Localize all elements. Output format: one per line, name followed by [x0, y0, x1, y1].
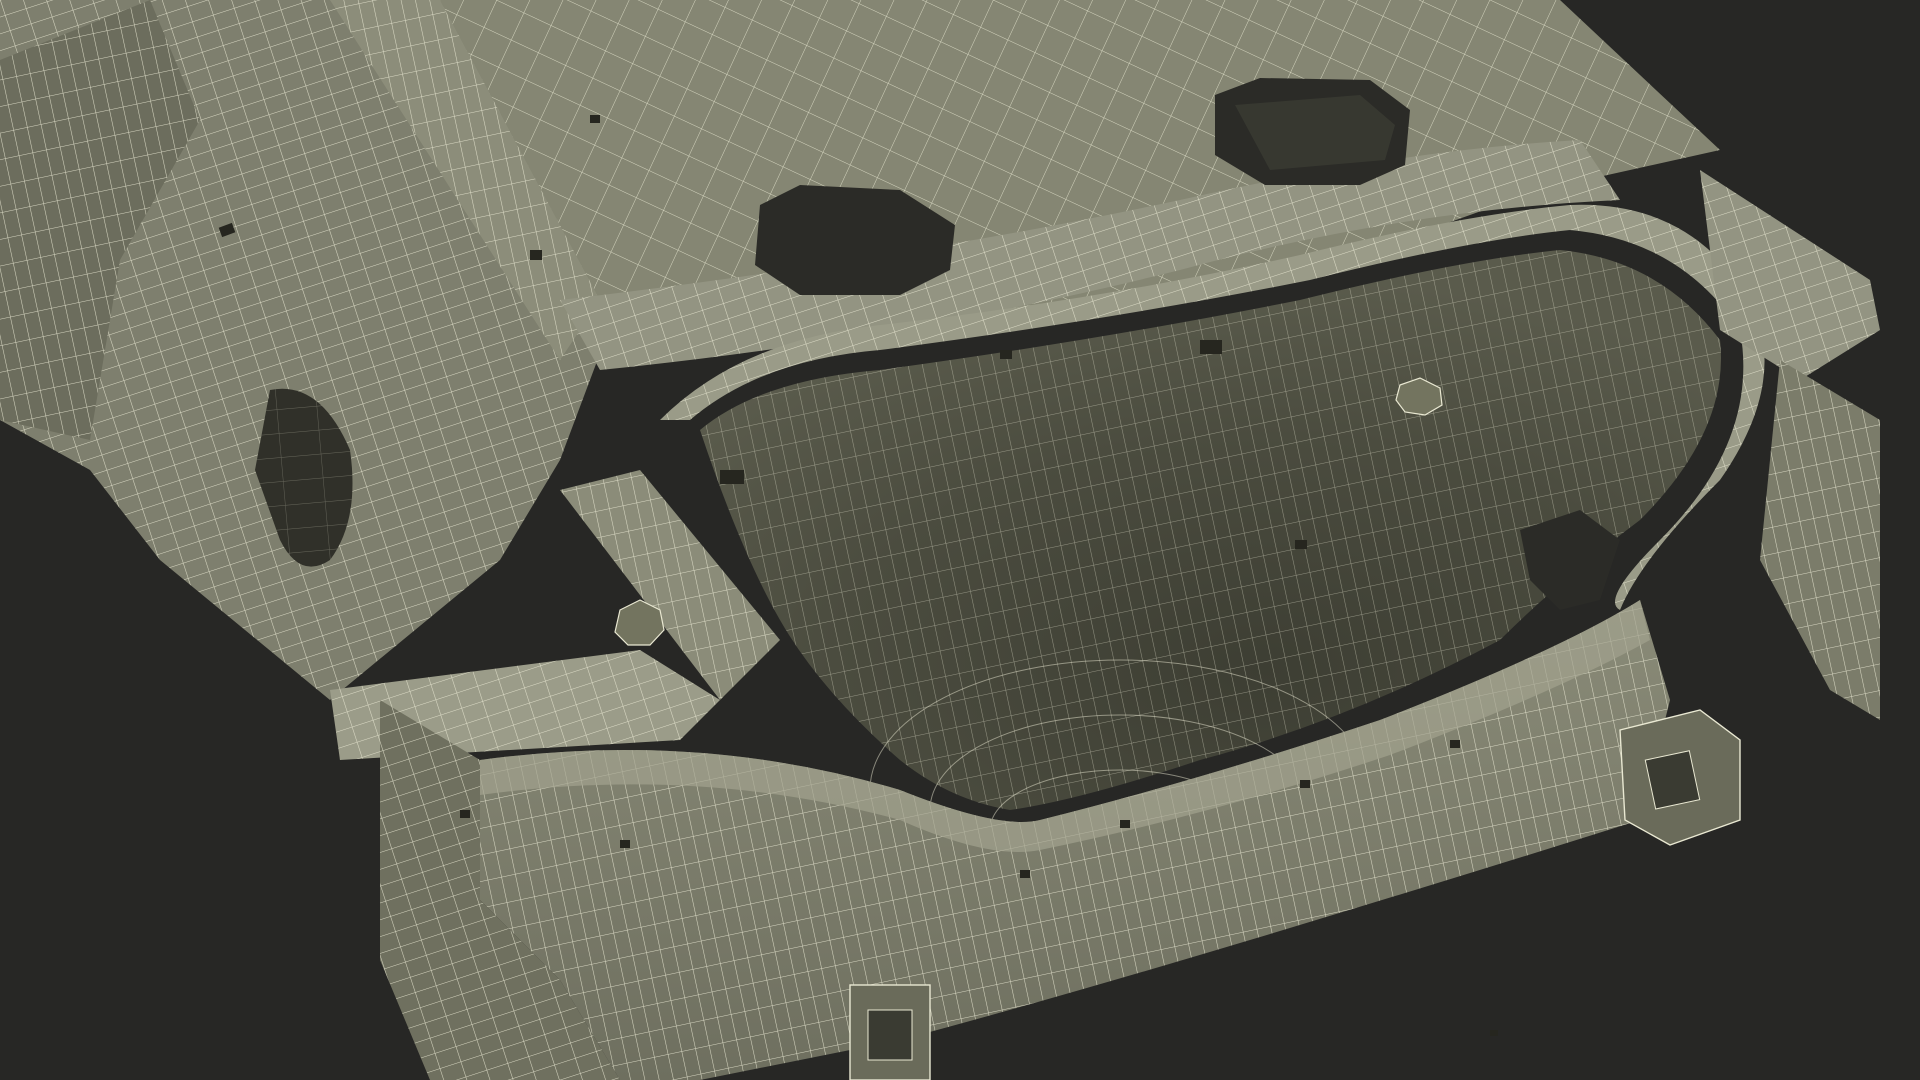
render-viewport: [0, 0, 1920, 1080]
wireframe-render: [0, 0, 1880, 1080]
